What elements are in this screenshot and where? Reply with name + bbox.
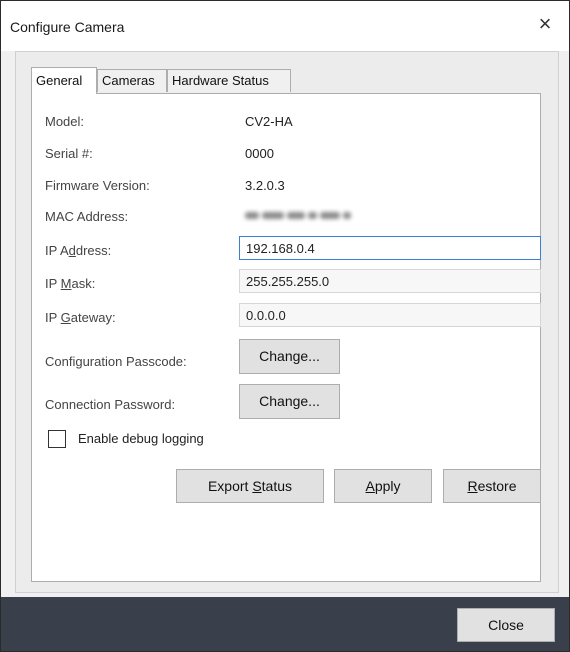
apply-button[interactable]: Apply <box>334 469 432 503</box>
ip-mask-label: IP Mask: <box>45 276 96 291</box>
debug-logging-checkbox[interactable] <box>48 430 66 448</box>
configure-camera-dialog: Configure Camera × General Cameras Hardw… <box>0 0 570 652</box>
dialog-title: Configure Camera <box>10 19 125 35</box>
ip-address-label: IP Address: <box>45 243 112 258</box>
serial-value: 0000 <box>245 146 274 161</box>
tab-cameras[interactable]: Cameras <box>97 69 167 92</box>
connection-password-label: Connection Password: <box>45 397 176 412</box>
restore-button[interactable]: Restore <box>443 469 541 503</box>
config-passcode-label: Configuration Passcode: <box>45 354 187 369</box>
close-icon[interactable]: × <box>531 11 559 39</box>
mac-address-label: MAC Address: <box>45 209 129 224</box>
change-passcode-button[interactable]: Change... <box>239 339 340 374</box>
export-status-button[interactable]: Export Status <box>176 469 324 503</box>
close-button[interactable]: Close <box>457 608 555 642</box>
tab-hardware-status[interactable]: Hardware Status <box>167 69 291 92</box>
change-password-button[interactable]: Change... <box>239 384 340 419</box>
serial-label: Serial #: <box>45 146 93 161</box>
debug-logging-label: Enable debug logging <box>78 431 204 446</box>
ip-address-input[interactable]: 192.168.0.4 <box>239 236 541 260</box>
ip-gateway-label: IP Gateway: <box>45 310 116 325</box>
ip-gateway-input[interactable]: 0.0.0.0 <box>239 303 541 327</box>
firmware-value: 3.2.0.3 <box>245 178 285 193</box>
model-value: CV2-HA <box>245 114 293 129</box>
tab-general[interactable]: General <box>31 67 97 94</box>
ip-mask-input[interactable]: 255.255.255.0 <box>239 269 541 293</box>
firmware-label: Firmware Version: <box>45 178 150 193</box>
mac-address-value-redacted <box>245 207 363 220</box>
title-bar: Configure Camera × <box>1 1 569 51</box>
model-label: Model: <box>45 114 85 129</box>
general-tab-panel <box>31 93 541 582</box>
